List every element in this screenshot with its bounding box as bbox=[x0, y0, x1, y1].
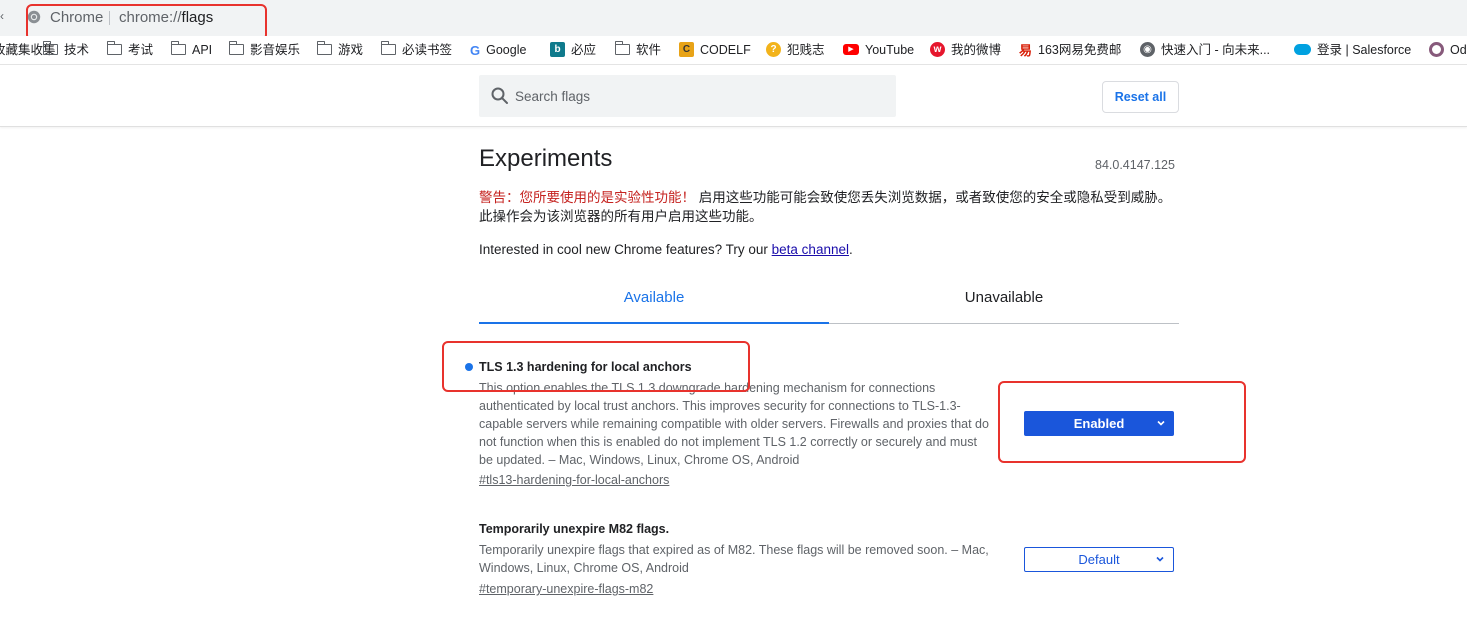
bookmark-label: 必读书签 bbox=[402, 43, 453, 57]
bookmark-label: YouTube bbox=[865, 43, 915, 57]
bookmark-item[interactable]: 考试 bbox=[107, 41, 153, 59]
tab-available[interactable]: Available bbox=[479, 281, 829, 323]
folder-icon bbox=[615, 41, 630, 56]
active-tab-indicator bbox=[479, 322, 829, 324]
select-value: Default bbox=[1078, 552, 1120, 567]
search-input[interactable] bbox=[515, 85, 885, 107]
page-title: Experiments bbox=[479, 145, 613, 172]
bookmark-item[interactable]: ◉ 快速入门 - 向未来... bbox=[1140, 41, 1270, 59]
bookmarks-bar: 收藏集收集 技术 考试 API 影音娱乐 游戏 必读书签 GGoogle b必应… bbox=[0, 36, 1467, 65]
bookmark-label: 犯贱志 bbox=[787, 43, 825, 57]
bookmark-item[interactable]: 游戏 bbox=[317, 41, 363, 59]
bookmark-label: Od bbox=[1450, 43, 1467, 57]
bookmark-item[interactable]: ? 犯贱志 bbox=[766, 41, 825, 59]
globe-icon: ◉ bbox=[1140, 42, 1155, 58]
bookmark-item[interactable]: C CODELF bbox=[679, 41, 751, 59]
warning-message: 警告：您所要使用的是实验性功能！ 启用这些功能可能会致使您丢失浏览数据，或者致使… bbox=[479, 188, 1179, 226]
bookmark-item[interactable]: b 必应 bbox=[550, 41, 596, 59]
flag-title: Temporarily unexpire M82 flags. bbox=[479, 522, 670, 536]
bookmark-label: 考试 bbox=[128, 43, 154, 57]
folder-icon bbox=[381, 41, 396, 56]
folder-icon bbox=[317, 41, 332, 56]
beta-promo: Interested in cool new Chrome features? … bbox=[479, 242, 853, 257]
fanjianzhi-icon: ? bbox=[766, 42, 781, 58]
bing-icon: b bbox=[550, 42, 565, 58]
netease-icon: 易 bbox=[1019, 42, 1033, 58]
flag-description-line: capable servers while remaining compatib… bbox=[479, 417, 989, 431]
beta-promo-end: . bbox=[848, 242, 853, 257]
flag-anchor-link[interactable]: #temporary-unexpire-flags-m82 bbox=[479, 582, 653, 596]
bookmark-item[interactable]: 必读书签 bbox=[381, 41, 452, 59]
odoo-icon bbox=[1429, 42, 1444, 58]
salesforce-icon bbox=[1294, 44, 1311, 56]
bookmark-label: 我的微博 bbox=[951, 43, 1002, 57]
bookmark-item[interactable]: G Google bbox=[470, 41, 526, 59]
flag-description-line: authenticated by local trust anchors. Th… bbox=[479, 399, 961, 413]
bookmark-label: 163网易免费邮 bbox=[1038, 43, 1122, 57]
chevron-down-icon bbox=[1156, 556, 1164, 562]
bookmark-label: 影音娱乐 bbox=[250, 43, 301, 57]
bookmark-label: 技术 bbox=[64, 43, 90, 57]
tab-unavailable[interactable]: Unavailable bbox=[829, 281, 1179, 323]
bookmark-label: Google bbox=[486, 43, 527, 57]
bookmark-label: 必应 bbox=[571, 43, 597, 57]
google-icon: G bbox=[470, 42, 481, 58]
flag-anchor-link[interactable]: #tls13-hardening-for-local-anchors bbox=[479, 473, 669, 487]
flag-description-line: Temporarily unexpire flags that expired … bbox=[479, 543, 989, 557]
folder-icon bbox=[43, 41, 58, 56]
folder-icon bbox=[229, 41, 244, 56]
bookmark-item[interactable]: API bbox=[171, 41, 212, 59]
bookmark-item[interactable]: 影音娱乐 bbox=[229, 41, 300, 59]
beta-channel-link[interactable]: beta channel bbox=[772, 242, 849, 257]
warning-label: 警告：您所要使用的是实验性功能！ bbox=[479, 190, 695, 205]
bookmark-item[interactable]: Od bbox=[1429, 41, 1467, 59]
beta-promo-text: Interested in cool new Chrome features? … bbox=[479, 242, 772, 257]
folder-icon bbox=[171, 41, 186, 56]
flag-description: This option enables the TLS 1.3 downgrad… bbox=[479, 379, 1019, 469]
flag-title-highlight-annotation bbox=[442, 341, 750, 392]
flag-description-line: not function when this is enabled do not… bbox=[479, 435, 977, 449]
folder-icon bbox=[107, 41, 122, 56]
bookmark-item[interactable]: 软件 bbox=[615, 41, 661, 59]
flag-state-select[interactable]: Default bbox=[1024, 547, 1174, 572]
bookmark-label: 游戏 bbox=[338, 43, 364, 57]
weibo-icon: w bbox=[930, 42, 945, 58]
bookmark-label: CODELF bbox=[700, 43, 751, 57]
youtube-icon: ▶ bbox=[843, 44, 859, 56]
bookmark-item[interactable]: ▶ YouTube bbox=[843, 41, 914, 59]
flag-description: Temporarily unexpire flags that expired … bbox=[479, 541, 1019, 577]
bookmark-label: API bbox=[192, 43, 213, 57]
select-highlight-annotation bbox=[998, 381, 1246, 463]
bookmark-label: 软件 bbox=[636, 43, 662, 57]
bookmark-label: 快速入门 - 向未来... bbox=[1161, 43, 1271, 57]
bookmark-item[interactable]: w 我的微博 bbox=[930, 41, 1001, 59]
version-number: 84.0.4147.125 bbox=[1095, 158, 1175, 172]
flag-description-line: be updated. – Mac, Windows, Linux, Chrom… bbox=[479, 453, 800, 467]
bookmark-label: 登录 | Salesforce bbox=[1317, 43, 1412, 57]
bookmark-item[interactable]: 易 163网易免费邮 bbox=[1019, 41, 1121, 59]
bookmark-item[interactable]: 技术 bbox=[43, 41, 89, 59]
codelf-icon: C bbox=[679, 42, 694, 58]
bookmark-item[interactable]: 登录 | Salesforce bbox=[1294, 41, 1411, 59]
search-icon bbox=[491, 87, 508, 104]
reset-all-button[interactable]: Reset all bbox=[1102, 81, 1179, 113]
back-icon[interactable]: ‹ bbox=[0, 9, 4, 23]
flag-description-line: Windows, Linux, Chrome OS, Android bbox=[479, 561, 689, 575]
